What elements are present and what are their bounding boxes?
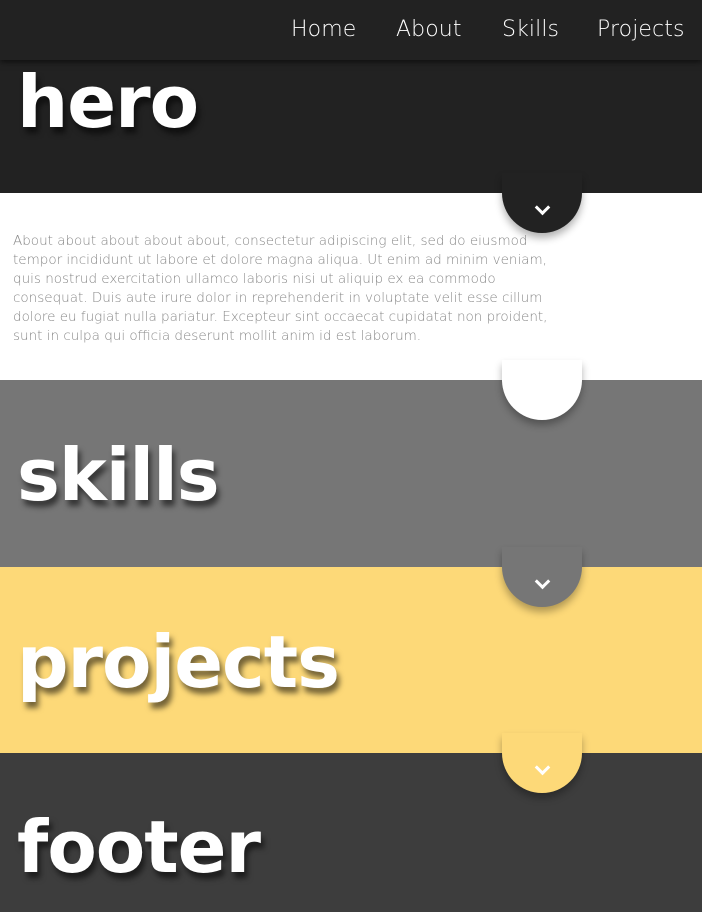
hero-title: hero: [17, 60, 199, 144]
chevron-down-icon: [534, 386, 550, 402]
footer-title: footer: [17, 805, 261, 889]
nav-link-projects[interactable]: Projects: [597, 16, 685, 44]
nav-link-home[interactable]: Home: [291, 16, 356, 44]
about-section: About about about about about, consectet…: [0, 193, 702, 380]
chevron-down-icon: [534, 759, 550, 775]
about-text: About about about about about, consectet…: [13, 233, 548, 344]
nav-link-about[interactable]: About: [396, 16, 462, 44]
projects-section: projects: [0, 567, 702, 753]
top-nav: Home About Skills Projects: [0, 0, 702, 60]
nav-link-skills[interactable]: Skills: [502, 16, 559, 44]
footer-section: footer: [0, 753, 702, 912]
skills-section: skills: [0, 380, 702, 567]
skills-title: skills: [17, 433, 220, 517]
projects-title: projects: [17, 620, 340, 704]
page: Home About Skills Projects hero About ab…: [0, 0, 702, 912]
chevron-down-icon: [534, 573, 550, 589]
chevron-down-icon: [534, 199, 550, 215]
